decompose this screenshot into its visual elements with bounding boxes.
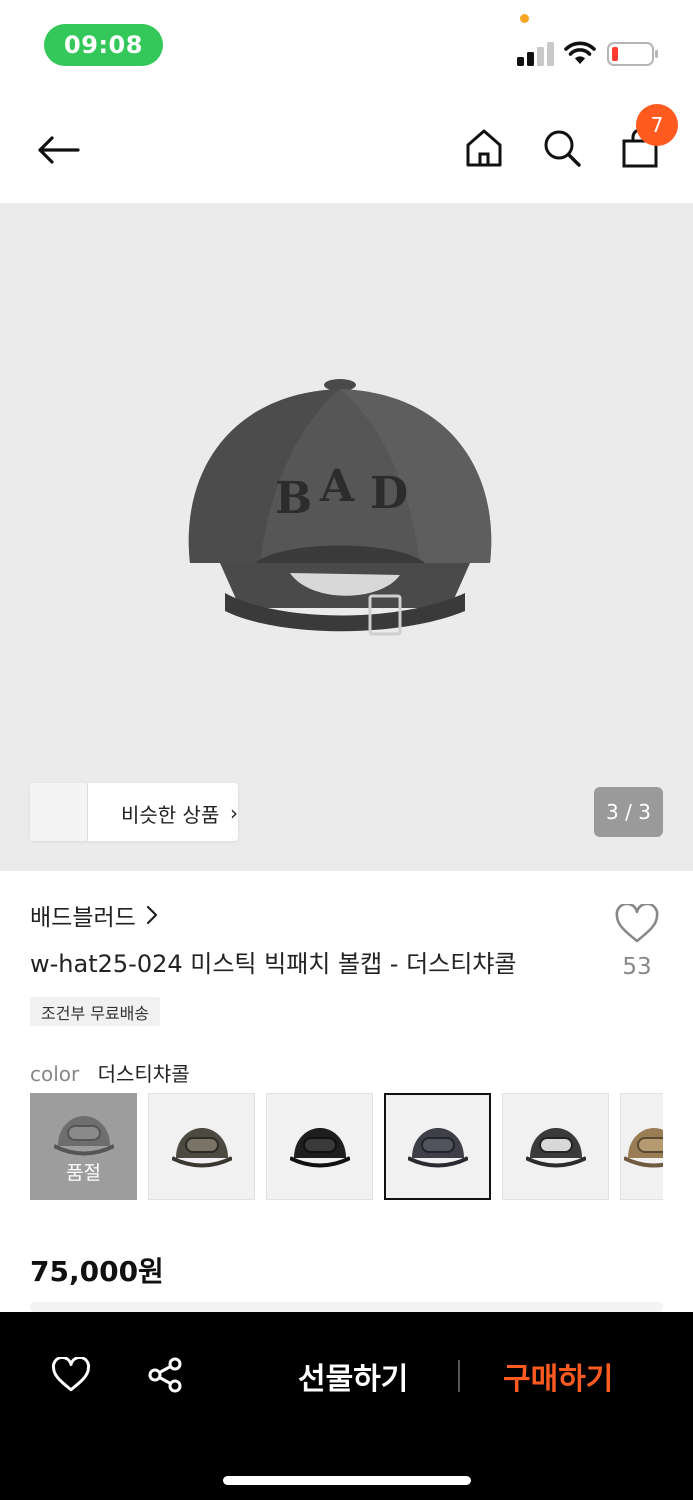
status-time: 09:08 (44, 24, 163, 66)
section-divider (30, 1302, 663, 1312)
button-separator (458, 1360, 460, 1392)
cap-thumbnail (289, 1127, 350, 1167)
buy-button[interactable]: 구매하기 (503, 1354, 613, 1398)
chevron-right-icon (146, 905, 157, 925)
share-button[interactable] (140, 1352, 190, 1398)
cap-thumbnail (407, 1127, 468, 1167)
brand-link[interactable]: 배드블러드 (30, 898, 158, 932)
heart-icon (51, 1357, 91, 1392)
color-option-row: color 더스티챠콜 (30, 1058, 190, 1087)
shipping-tag: 조건부 무료배송 (30, 997, 161, 1026)
chevron-right-icon: › (230, 801, 238, 825)
color-swatch-selected[interactable] (384, 1093, 491, 1200)
svg-text:D: D (370, 468, 408, 519)
cellular-signal-icon (517, 42, 555, 66)
similar-products-thumbnails (30, 783, 90, 841)
color-swatch[interactable] (502, 1093, 609, 1200)
home-button[interactable] (458, 120, 510, 176)
cap-thumbnail (53, 1115, 114, 1155)
sold-out-label: 품절 (66, 1162, 101, 1184)
cap-thumbnail (171, 1127, 232, 1167)
heart-icon (615, 902, 659, 943)
similar-products-button[interactable]: 비슷한 상품 › (30, 783, 238, 841)
selected-color-value: 더스티챠콜 (97, 1062, 190, 1086)
similar-products-label: 비슷한 상품 (121, 803, 220, 827)
gift-button[interactable]: 선물하기 (298, 1354, 408, 1398)
product-price: 75,000원 (30, 1255, 164, 1288)
image-counter: 3 / 3 (594, 787, 663, 837)
svg-text:B: B (275, 473, 312, 524)
back-arrow-icon (38, 136, 80, 164)
search-button[interactable] (536, 120, 588, 176)
color-swatch[interactable] (148, 1093, 255, 1200)
home-icon (466, 129, 502, 167)
bottom-action-bar: 선물하기 구매하기 (0, 1312, 693, 1500)
svg-text:A: A (319, 461, 355, 512)
wifi-icon (564, 41, 596, 64)
color-swatch[interactable]: 품절 (30, 1093, 137, 1200)
privacy-indicator-dot (520, 14, 529, 23)
battery-icon (607, 42, 658, 66)
top-nav (0, 100, 693, 200)
brand-name: 배드블러드 (30, 905, 136, 931)
search-icon (544, 130, 581, 167)
product-title: w-hat25-024 미스틱 빅패치 볼캡 - 더스티챠콜 (30, 950, 517, 978)
like-count: 53 (622, 954, 652, 980)
color-swatch[interactable] (266, 1093, 373, 1200)
cart-count-badge: 7 (636, 104, 678, 146)
cap-thumbnail (525, 1127, 586, 1167)
product-photo-cap-back: B A D (188, 379, 492, 636)
wishlist-button[interactable] (46, 1352, 96, 1398)
product-page: 09:08 7 B A D 비슷한 상품 › 3 / 3 배드블러드 w-hat… (0, 0, 693, 1500)
status-bar: 09:08 (0, 0, 693, 90)
color-swatch[interactable] (620, 1093, 663, 1200)
product-image-gallery[interactable]: B A D 비슷한 상품 › 3 / 3 (0, 203, 693, 871)
share-icon (148, 1357, 182, 1393)
like-button[interactable]: 53 (610, 902, 664, 980)
home-indicator[interactable] (223, 1476, 471, 1485)
cap-thumbnail (623, 1127, 663, 1167)
back-button[interactable] (30, 122, 86, 178)
color-swatch-list: 품절 (30, 1093, 663, 1201)
color-label: color (30, 1062, 80, 1086)
